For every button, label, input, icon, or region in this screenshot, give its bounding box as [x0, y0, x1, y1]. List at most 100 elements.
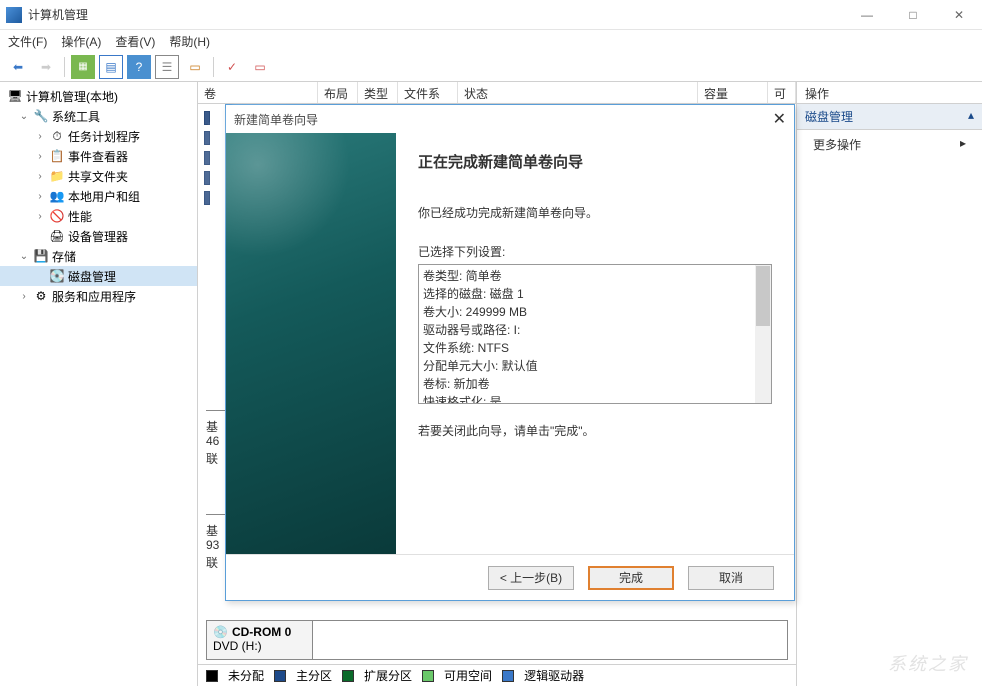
actions-header: 操作 [797, 82, 982, 104]
expander-icon[interactable]: › [18, 291, 30, 302]
tree-perf[interactable]: ›🚫性能 [0, 206, 197, 226]
dialog-close-icon[interactable]: ✕ [773, 109, 786, 129]
maximize-button[interactable]: □ [890, 0, 936, 30]
show-icon[interactable]: ▭ [183, 55, 207, 79]
watermark: 系统之家 [888, 650, 968, 676]
tree-task[interactable]: ›⏱任务计划程序 [0, 126, 197, 146]
menu-help[interactable]: 帮助(H) [169, 33, 210, 50]
tree-label: 存储 [52, 248, 76, 265]
tree-label: 本地用户和组 [68, 188, 140, 205]
disk-label-partial: 基 [206, 522, 218, 539]
setting-line: 驱动器号或路径: I: [423, 321, 767, 339]
tree-diskmgmt[interactable]: 💽磁盘管理 [0, 266, 197, 286]
legend-swatch-ext [342, 670, 354, 682]
tree-shared[interactable]: ›📁共享文件夹 [0, 166, 197, 186]
new-volume-wizard-dialog: 新建简单卷向导 ✕ 正在完成新建简单卷向导 你已经成功完成新建简单卷向导。 已选… [225, 104, 795, 601]
close-button[interactable]: ✕ [936, 0, 982, 30]
legend-swatch-free [422, 670, 434, 682]
properties-icon[interactable]: ▤ [99, 55, 123, 79]
back-button-label: < 上一步(B) [500, 569, 562, 586]
tree-devmgr[interactable]: 🖨设备管理器 [0, 226, 197, 246]
cdrom-panel[interactable]: 💿CD-ROM 0 DVD (H:) [206, 620, 788, 660]
menu-action[interactable]: 操作(A) [61, 33, 101, 50]
scrollbar-thumb[interactable] [756, 266, 770, 326]
expander-icon[interactable]: › [34, 131, 46, 142]
tree-label: 计算机管理(本地) [26, 88, 118, 105]
list-icon[interactable]: ☰ [155, 55, 179, 79]
folder-icon: 📁 [49, 168, 65, 184]
settings-listbox[interactable]: 卷类型: 简单卷 选择的磁盘: 磁盘 1 卷大小: 249999 MB 驱动器号… [418, 264, 772, 404]
expander-icon[interactable]: ⌄ [18, 111, 30, 122]
device-icon: 🖨 [49, 228, 65, 244]
computer-icon: 🖥 [7, 88, 23, 104]
actions-pane: 操作 磁盘管理 ▴ 更多操作 ▸ [797, 82, 982, 686]
col-capacity[interactable]: 容量 [698, 82, 768, 103]
col-status[interactable]: 状态 [458, 82, 698, 103]
disk-size-partial: 46 [206, 434, 219, 448]
clock-icon: ⏱ [49, 128, 65, 144]
tree-label: 磁盘管理 [68, 268, 116, 285]
setting-line: 文件系统: NTFS [423, 339, 767, 357]
cdrom-icon: 💿 [213, 625, 228, 639]
legend-swatch-primary [274, 670, 286, 682]
expander-icon[interactable]: ⌄ [18, 251, 30, 262]
tree-services[interactable]: ›⚙服务和应用程序 [0, 286, 197, 306]
disk-icon: 💽 [49, 268, 65, 284]
title-bar: 计算机管理 — □ ✕ [0, 0, 982, 30]
action-icon[interactable]: ▭ [248, 55, 272, 79]
legend-swatch-unalloc [206, 670, 218, 682]
cancel-button[interactable]: 取消 [688, 566, 774, 590]
refresh-icon[interactable]: ✓ [220, 55, 244, 79]
collapse-icon[interactable]: ▴ [968, 108, 974, 125]
back-icon[interactable]: ⬅ [6, 55, 30, 79]
expander-icon[interactable]: › [34, 171, 46, 182]
dialog-selected-label: 已选择下列设置: [418, 243, 772, 260]
setting-line: 卷大小: 249999 MB [423, 303, 767, 321]
tree-event[interactable]: ›📋事件查看器 [0, 146, 197, 166]
cdrom-name: CD-ROM 0 [232, 625, 291, 639]
col-type[interactable]: 类型 [358, 82, 398, 103]
dialog-close-hint: 若要关闭此向导，请单击"完成"。 [418, 422, 772, 439]
col-layout[interactable]: 布局 [318, 82, 358, 103]
col-fs[interactable]: 文件系统 [398, 82, 458, 103]
actions-group-label: 磁盘管理 [805, 108, 853, 125]
dialog-heading: 正在完成新建简单卷向导 [418, 151, 772, 172]
app-icon [6, 7, 22, 23]
storage-icon: 💾 [33, 248, 49, 264]
disk-size-partial: 93 [206, 538, 219, 552]
tree-label: 服务和应用程序 [52, 288, 136, 305]
expander-icon[interactable]: › [34, 191, 46, 202]
tree-systools[interactable]: ⌄🔧系统工具 [0, 106, 197, 126]
views-icon[interactable]: ▦ [71, 55, 95, 79]
legend-label: 可用空间 [444, 667, 492, 684]
help-icon[interactable]: ? [127, 55, 151, 79]
forward-icon[interactable]: ➡ [34, 55, 58, 79]
back-button[interactable]: < 上一步(B) [488, 566, 574, 590]
toolbar: ⬅ ➡ ▦ ▤ ? ☰ ▭ ✓ ▭ [0, 52, 982, 82]
setting-line: 快速格式化: 是 [423, 393, 767, 404]
menu-view[interactable]: 查看(V) [115, 33, 155, 50]
tree-label: 设备管理器 [68, 228, 128, 245]
listbox-scrollbar[interactable] [755, 265, 771, 403]
legend: 未分配 主分区 扩展分区 可用空间 逻辑驱动器 [198, 664, 796, 686]
disk-status-partial: 联 [206, 554, 218, 571]
minimize-button[interactable]: — [844, 0, 890, 30]
finish-button[interactable]: 完成 [588, 566, 674, 590]
legend-swatch-logical [502, 670, 514, 682]
actions-more-label: 更多操作 [813, 136, 861, 153]
tree-storage[interactable]: ⌄💾存储 [0, 246, 197, 266]
actions-more[interactable]: 更多操作 ▸ [797, 130, 982, 159]
actions-group-diskmgmt[interactable]: 磁盘管理 ▴ [797, 104, 982, 130]
tree-root[interactable]: 🖥计算机管理(本地) [0, 86, 197, 106]
menu-file[interactable]: 文件(F) [8, 33, 47, 50]
expander-icon[interactable]: › [34, 211, 46, 222]
tree-label: 性能 [68, 208, 92, 225]
col-free[interactable]: 可 [768, 82, 796, 103]
tree-label: 系统工具 [52, 108, 100, 125]
perf-icon: 🚫 [49, 208, 65, 224]
window-title: 计算机管理 [28, 6, 844, 23]
setting-line: 卷类型: 简单卷 [423, 267, 767, 285]
expander-icon[interactable]: › [34, 151, 46, 162]
tree-users[interactable]: ›👥本地用户和组 [0, 186, 197, 206]
services-icon: ⚙ [33, 288, 49, 304]
